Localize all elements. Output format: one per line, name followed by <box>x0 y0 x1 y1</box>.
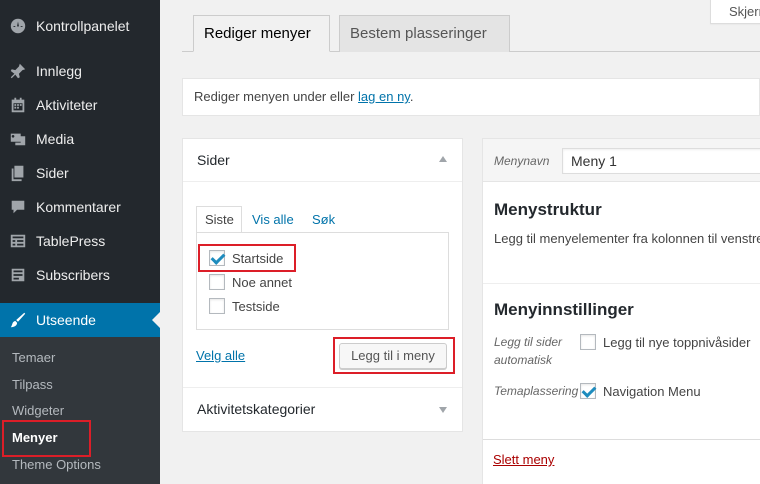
sidebar-item-label: Utseende <box>36 312 96 328</box>
sidebar-item-tablepress[interactable]: TablePress <box>0 224 160 258</box>
menu-name-label: Menynavn <box>494 154 550 168</box>
menu-structure-title: Menystruktur <box>494 200 602 219</box>
auto-add-option[interactable]: Legg til nye toppnivåsider <box>580 333 750 351</box>
sidebar-item-label: Innlegg <box>36 63 82 79</box>
sidebar-item-appearance[interactable]: Utseende <box>0 303 160 337</box>
sidebar-item-media[interactable]: Media <box>0 122 160 156</box>
subscribers-icon <box>0 266 36 284</box>
menu-notice: Rediger menyen under eller lag en ny. <box>182 78 760 116</box>
sidebar-item-label: TablePress <box>36 233 106 249</box>
tab-manage-locations[interactable]: Bestem plasseringer <box>339 15 510 52</box>
menu-structure-desc: Legg til menyelementer fra kolonnen til … <box>494 231 760 246</box>
sidebar-item-label: Subscribers <box>36 267 110 283</box>
appearance-submenu: Temaer Tilpass Widgeter Menyer Theme Opt… <box>0 337 160 484</box>
tab-edit-menus[interactable]: Rediger menyer <box>193 15 330 52</box>
brush-icon <box>0 311 36 329</box>
expand-arrow-icon[interactable] <box>439 407 447 413</box>
submenu-item-themes[interactable]: Temaer <box>12 344 55 371</box>
sidebar-item-comments[interactable]: Kommentarer <box>0 190 160 224</box>
notice-suffix: . <box>409 89 414 104</box>
checkbox-checked[interactable] <box>580 383 596 399</box>
sidebar-item-label: Kommentarer <box>36 199 121 215</box>
highlight-menus <box>2 420 91 457</box>
checkbox[interactable] <box>209 274 225 290</box>
pin-icon <box>0 62 36 80</box>
tab-view-all[interactable]: Vis alle <box>252 212 294 227</box>
dashboard-icon <box>0 17 36 35</box>
page-item-testside[interactable]: Testside <box>209 297 280 315</box>
comment-icon <box>0 198 36 216</box>
box-divider <box>183 387 462 388</box>
location-option-label: Navigation Menu <box>603 383 701 399</box>
tab-recent[interactable]: Siste <box>205 212 234 227</box>
menu-name-input[interactable]: Meny 1 <box>562 148 760 174</box>
admin-sidebar: Kontrollpanelet Innlegg Aktiviteter Medi… <box>0 0 160 484</box>
page-item-noe-annet[interactable]: Noe annet <box>209 273 292 291</box>
page-label: Noe annet <box>232 274 292 290</box>
panel-divider <box>483 283 760 284</box>
pages-box-title[interactable]: Sider <box>197 152 230 168</box>
sidebar-item-activities[interactable]: Aktiviteter <box>0 88 160 122</box>
location-navigation-menu[interactable]: Navigation Menu <box>580 382 701 400</box>
create-new-menu-link[interactable]: lag en ny <box>358 89 410 104</box>
auto-add-option-label: Legg til nye toppnivåsider <box>603 334 751 350</box>
panel-footer-divider <box>483 439 760 440</box>
tab-search[interactable]: Søk <box>312 212 335 227</box>
screen-options-button[interactable]: Skjerm <box>710 0 760 24</box>
sidebar-item-pages[interactable]: Sider <box>0 156 160 190</box>
page-label: Testside <box>232 298 280 314</box>
notice-text: Rediger menyen under eller <box>194 89 359 104</box>
box-divider <box>183 181 462 182</box>
checkbox[interactable] <box>580 334 596 350</box>
pages-icon <box>0 164 36 182</box>
sidebar-item-label: Kontrollpanelet <box>36 18 130 34</box>
categories-box-title[interactable]: Aktivitetskategorier <box>197 401 315 417</box>
sidebar-item-subscribers[interactable]: Subscribers <box>0 258 160 292</box>
auto-add-label: Legg til sider automatisk <box>494 335 563 367</box>
select-all-link[interactable]: Velg alle <box>196 348 245 363</box>
theme-locations-label: Temaplassering <box>494 384 579 398</box>
table-icon <box>0 232 36 250</box>
sidebar-item-label: Aktiviteter <box>36 97 98 113</box>
collapse-arrow-icon[interactable] <box>439 156 447 162</box>
delete-menu-link[interactable]: Slett meny <box>493 452 554 467</box>
calendar-icon <box>0 96 36 114</box>
sidebar-item-posts[interactable]: Innlegg <box>0 54 160 88</box>
menu-settings-title: Menyinnstillinger <box>494 300 634 319</box>
submenu-item-customize[interactable]: Tilpass <box>12 371 53 398</box>
checkbox[interactable] <box>209 298 225 314</box>
sidebar-item-label: Sider <box>36 165 69 181</box>
media-icon <box>0 130 36 148</box>
sidebar-item-label: Media <box>36 131 75 147</box>
highlight-add-button <box>333 337 455 374</box>
sidebar-item-dashboard[interactable]: Kontrollpanelet <box>0 9 160 43</box>
highlight-startside <box>198 244 296 272</box>
